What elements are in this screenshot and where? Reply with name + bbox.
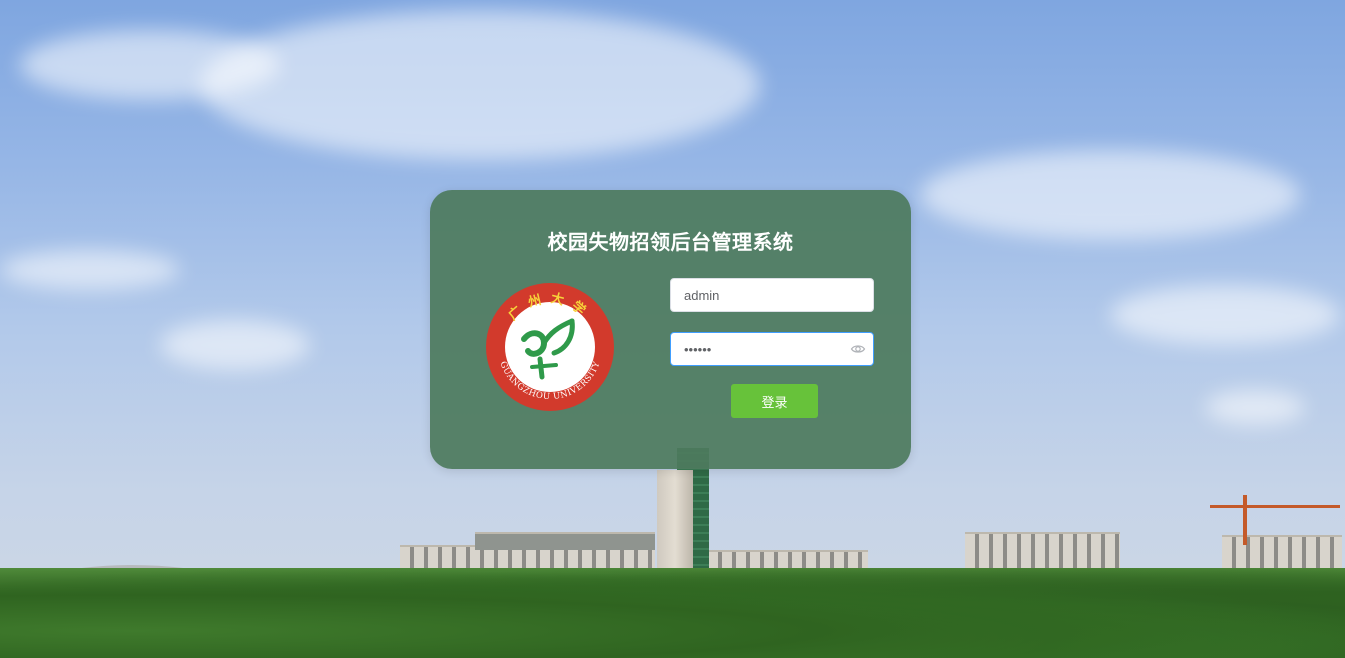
university-logo: 广州大学 GUANGZHOU UNIVERSITY (486, 283, 614, 411)
login-page: 校园失物招领后台管理系统 广州大学 GUANGZHOU UNIVERSITY a… (0, 0, 1345, 658)
login-title: 校园失物招领后台管理系统 (547, 230, 794, 254)
background-cloud (1205, 390, 1305, 425)
background-building (475, 532, 655, 550)
background-crane-arm (1210, 505, 1340, 508)
background-trees (0, 568, 1345, 658)
login-button[interactable]: 登录 (731, 384, 818, 418)
background-cloud (0, 250, 180, 290)
background-cloud (20, 30, 280, 100)
eye-icon[interactable] (850, 341, 866, 357)
background-cloud (920, 150, 1300, 240)
background-cloud (1110, 285, 1340, 345)
username-input[interactable] (670, 278, 874, 312)
login-card: 校园失物招领后台管理系统 广州大学 GUANGZHOU UNIVERSITY a… (430, 190, 911, 469)
background-crane (1243, 495, 1247, 545)
background-cloud (200, 10, 760, 160)
password-input[interactable] (670, 332, 874, 366)
background-cloud (160, 320, 310, 370)
